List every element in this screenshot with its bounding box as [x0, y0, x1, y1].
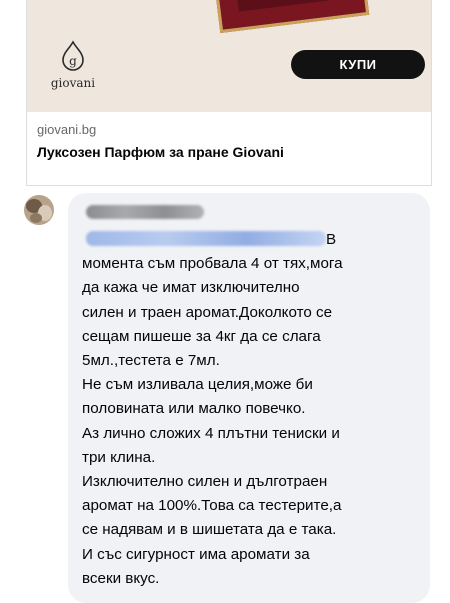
brand-logo-text: giovani: [50, 76, 96, 90]
ad-domain[interactable]: giovani.bg: [37, 122, 421, 138]
comment-first-word: В: [326, 231, 337, 248]
product-label: [236, 0, 329, 12]
comment-text: В момента съм пробвала 4 от тях,мога да …: [82, 228, 416, 591]
comment-body: момента съм пробвала 4 от тях,мога да ка…: [82, 255, 343, 587]
comment-bubble: В момента съм пробвала 4 от тях,мога да …: [68, 193, 430, 603]
buy-button[interactable]: КУПИ: [291, 50, 425, 79]
user-avatar-icon[interactable]: [24, 195, 54, 225]
brand-logo: g giovani: [49, 40, 97, 90]
comment-author-name[interactable]: [86, 205, 204, 219]
perfume-drop-icon: g: [62, 40, 84, 71]
avatar-blur-shape: [30, 213, 42, 223]
ad-link-info[interactable]: giovani.bg Луксозен Парфюм за пране Giov…: [27, 112, 431, 162]
product-image: [214, 0, 370, 33]
mention-link[interactable]: [86, 231, 326, 246]
ad-banner[interactable]: g giovani КУПИ: [27, 0, 431, 112]
sponsored-ad-card[interactable]: g giovani КУПИ giovani.bg Луксозен Парфю…: [26, 0, 432, 186]
svg-text:g: g: [69, 54, 77, 68]
ad-title[interactable]: Луксозен Парфюм за пране Giovani: [37, 142, 421, 162]
